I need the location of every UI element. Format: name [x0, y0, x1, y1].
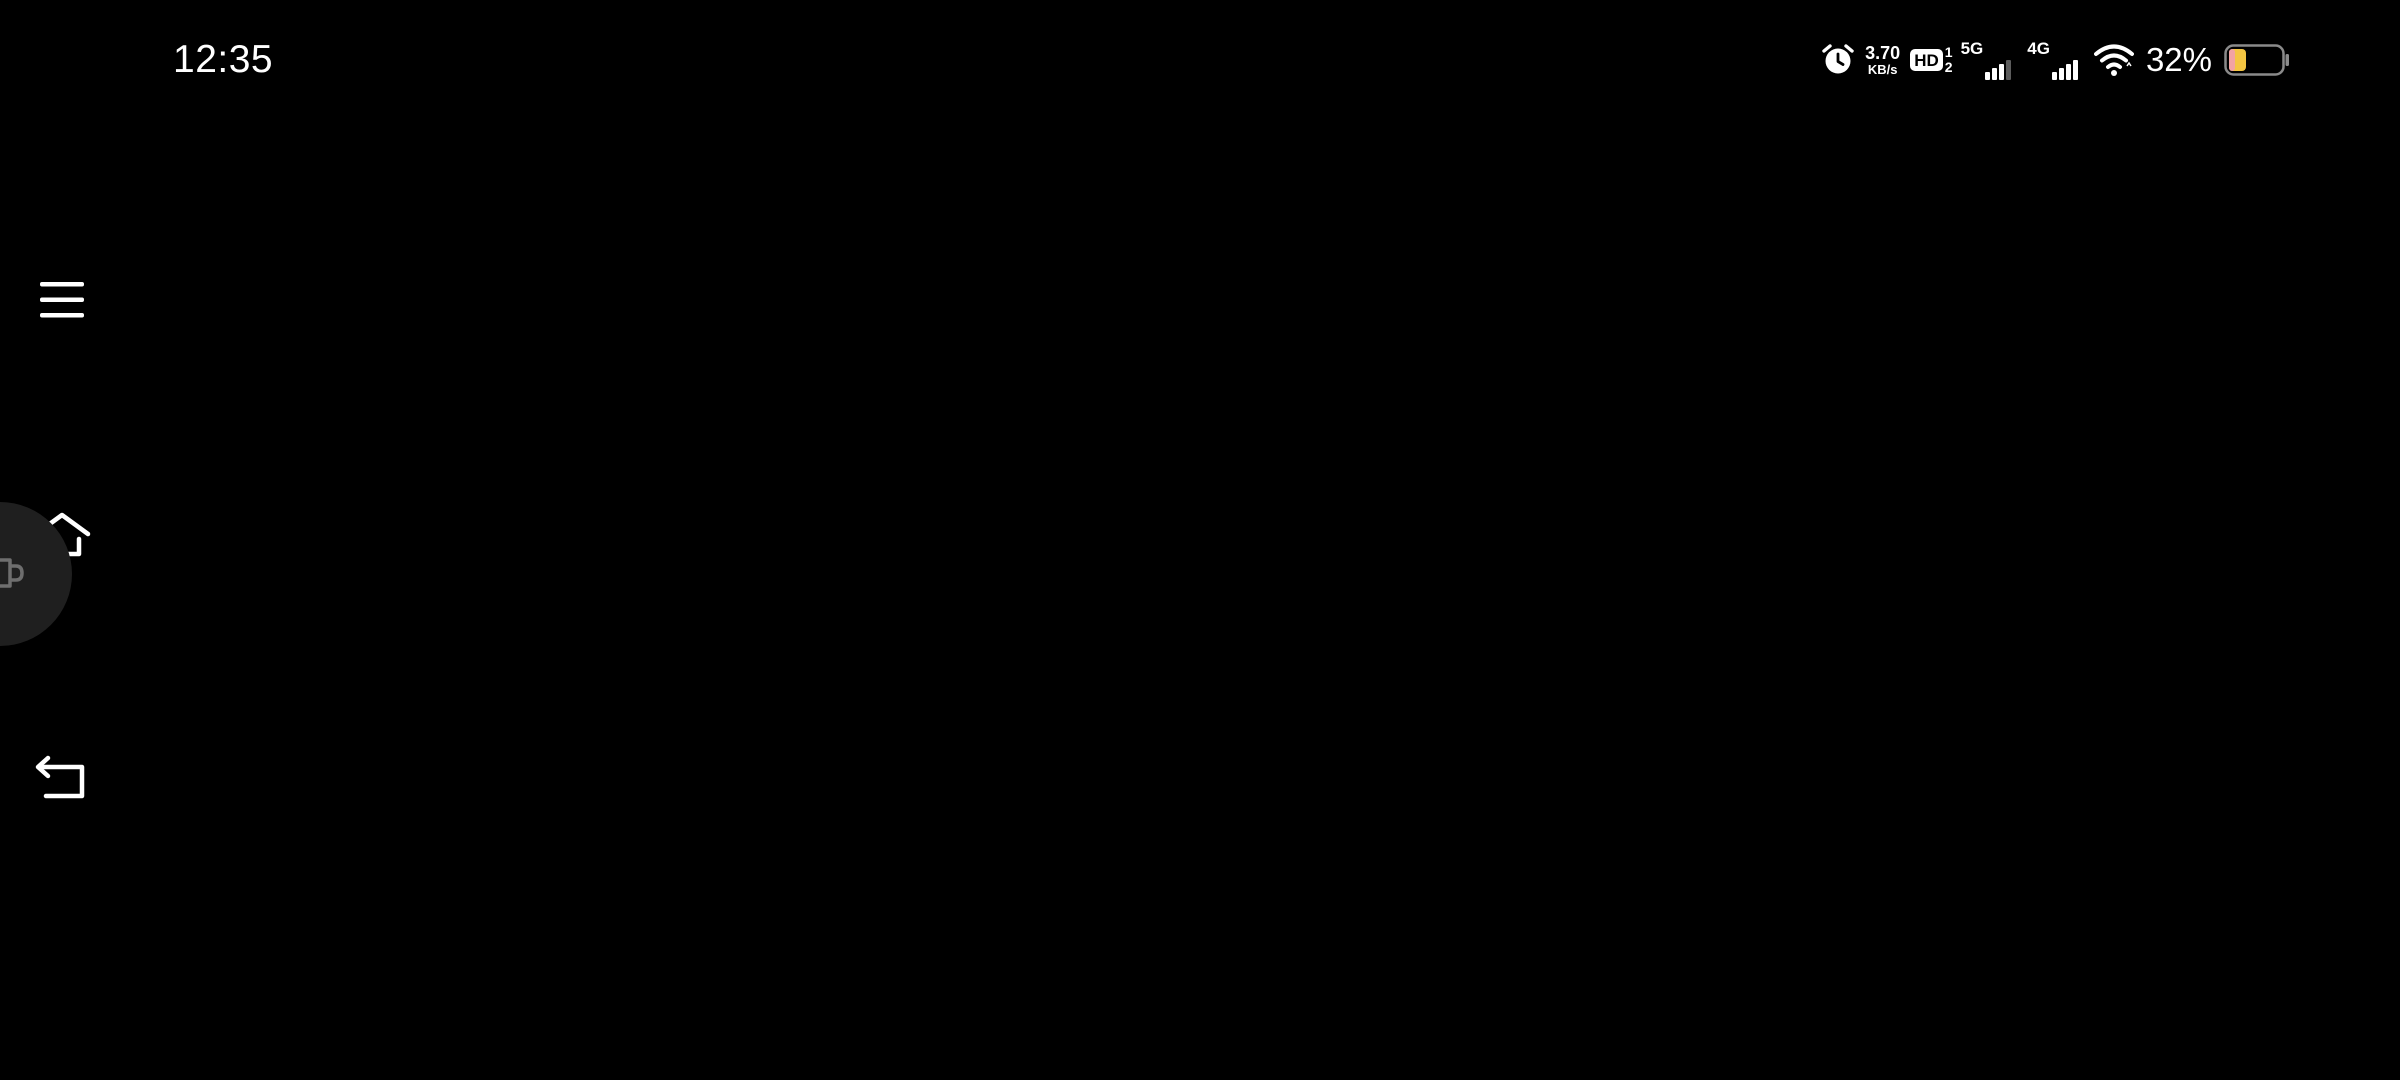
hd-sim-2: 2 — [1944, 59, 1953, 75]
sim2-signal-bars-icon — [2051, 46, 2080, 80]
wifi-icon — [2093, 44, 2134, 76]
back-button[interactable] — [22, 738, 102, 818]
hd-sim-numbers: 1 2 — [1945, 45, 1953, 75]
battery-icon — [2224, 44, 2289, 76]
status-icons: 3.70 KB/s HD 1 2 5G 4G 32% — [1821, 36, 2290, 84]
network-speed-value: 3.70 — [1865, 43, 1901, 63]
back-arrow-icon — [35, 755, 85, 799]
hd-voice-indicator: HD 1 2 — [1910, 45, 1953, 75]
battery-percent: 32% — [2145, 41, 2212, 78]
sim2-network-type: 4G — [2027, 39, 2050, 58]
sim1-signal: 5G — [1961, 40, 2014, 80]
hd-badge: HD — [1910, 49, 1943, 71]
menu-button[interactable] — [22, 260, 102, 340]
network-speed: 3.70 KB/s — [1865, 44, 1900, 76]
hd-sim-1: 1 — [1944, 44, 1953, 60]
sim1-network-type: 5G — [1960, 39, 1984, 58]
network-speed-unit: KB/s — [1867, 62, 1898, 77]
hamburger-menu-icon — [40, 282, 84, 318]
status-bar: 12:35 3.70 KB/s HD 1 2 5G 4G 32% — [0, 0, 2400, 120]
sim2-signal: 4G — [2027, 40, 2080, 80]
sim1-signal-bars-icon — [1985, 46, 2013, 80]
cup-icon — [0, 558, 24, 588]
status-clock: 12:35 — [173, 38, 274, 81]
alarm-clock-icon — [1822, 44, 1854, 74]
